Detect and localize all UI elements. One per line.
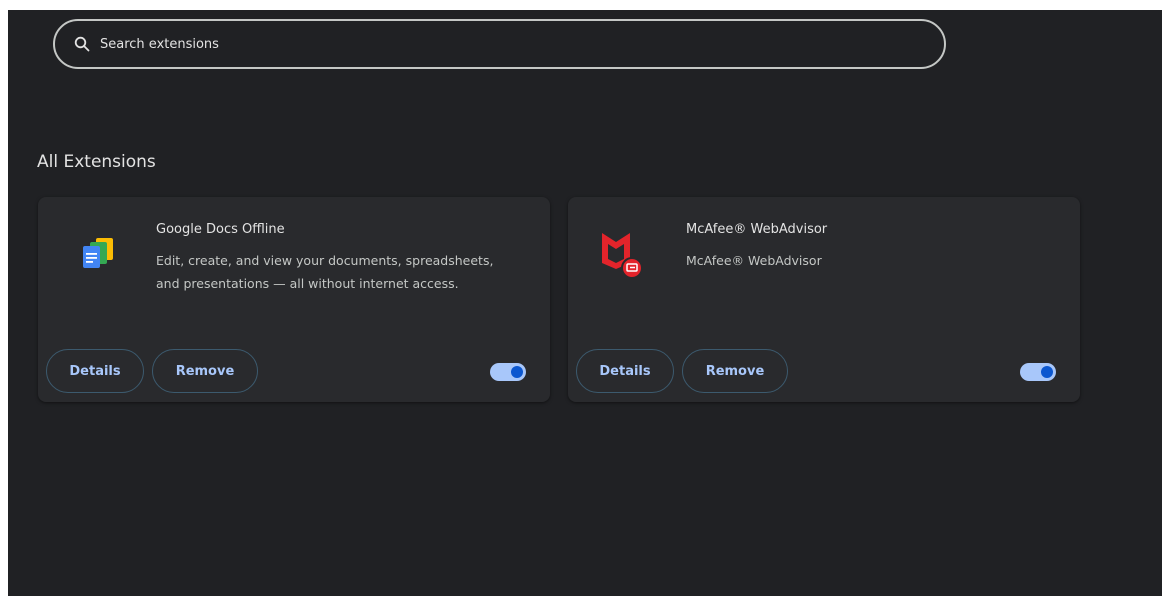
extension-name: Google Docs Offline <box>156 222 285 237</box>
enable-toggle[interactable] <box>490 363 526 381</box>
extension-card: McAfee® WebAdvisor McAfee® WebAdvisor De… <box>568 197 1080 402</box>
enable-toggle[interactable] <box>1020 363 1056 381</box>
extension-description: McAfee® WebAdvisor <box>686 253 822 268</box>
search-icon <box>72 34 92 54</box>
toggle-knob <box>511 366 523 378</box>
extensions-page: All Extensions Google Docs Offline Edit,… <box>8 10 1162 596</box>
section-title: All Extensions <box>37 152 156 172</box>
search-input[interactable] <box>100 36 800 52</box>
toggle-knob <box>1041 366 1053 378</box>
extension-card: Google Docs Offline Edit, create, and vi… <box>38 197 550 402</box>
search-bar[interactable] <box>53 19 946 69</box>
extension-description: Edit, create, and view your documents, s… <box>156 253 494 291</box>
google-docs-offline-icon <box>66 225 122 281</box>
remove-button[interactable]: Remove <box>152 349 258 393</box>
details-button[interactable]: Details <box>576 349 674 393</box>
extension-name: McAfee® WebAdvisor <box>686 222 828 237</box>
mcafee-webadvisor-icon <box>596 225 652 281</box>
remove-button[interactable]: Remove <box>682 349 788 393</box>
details-button[interactable]: Details <box>46 349 144 393</box>
